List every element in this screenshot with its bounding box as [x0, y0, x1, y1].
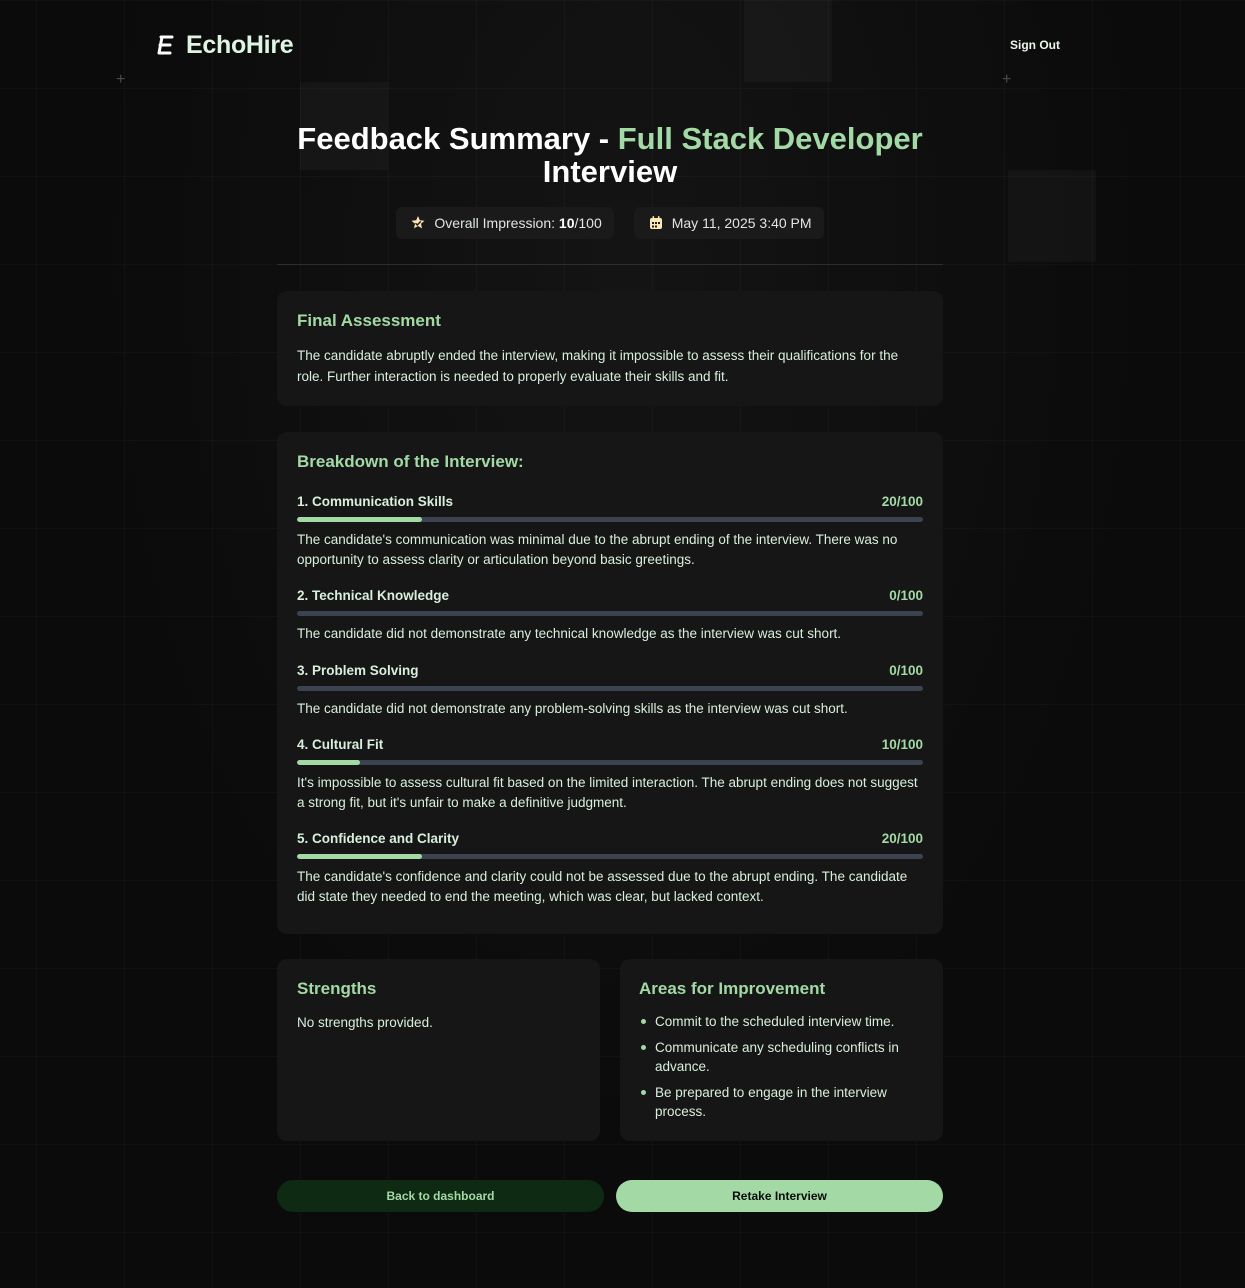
final-assessment-text: The candidate abruptly ended the intervi… [297, 348, 899, 384]
category-comment: The candidate's confidence and clarity c… [297, 869, 908, 904]
strengths-empty-text: No strengths provided. [297, 1015, 433, 1030]
strengths-heading: Strengths [297, 979, 377, 998]
impression-text: Overall Impression: 10/100 [434, 215, 602, 231]
score-bar-fill [297, 854, 423, 859]
impression-score: 10 [558, 215, 575, 231]
overall-impression-chip: Overall Impression: 10/100 [396, 207, 614, 239]
category-comment: It's impossible to assess cultural fit b… [297, 775, 918, 810]
list-item: Commit to the scheduled interview time. [641, 1012, 923, 1032]
category-item: 5. Confidence and Clarity 20/100 The cand… [297, 831, 923, 906]
title-role: Full Stack Developer [617, 121, 923, 156]
score-bar [297, 685, 923, 691]
calendar-icon [649, 216, 662, 229]
category-name: 2. Technical Knowledge [297, 588, 450, 603]
category-name: 5. Confidence and Clarity [297, 831, 460, 846]
category-item: 2. Technical Knowledge 0/100 The candidat… [297, 588, 923, 644]
category-score: 0/100 [889, 588, 923, 603]
list-item: Communicate any scheduling conflicts in … [641, 1038, 923, 1077]
sign-out-button[interactable]: Sign Out [1010, 38, 1060, 52]
category-comment: The candidate's communication was minima… [297, 532, 898, 567]
brand-name: EchoHire [186, 30, 294, 59]
category-score: 10/100 [881, 737, 923, 752]
breakdown-heading: Breakdown of the Interview: [297, 452, 524, 471]
divider [277, 264, 943, 265]
category-comment: The candidate did not demonstrate any pr… [297, 700, 848, 716]
improvements-card: Areas for Improvement Commit to the sche… [620, 959, 943, 1141]
score-bar [297, 760, 923, 765]
final-assessment-card: Final Assessment The candidate abruptly … [277, 291, 943, 406]
top-nav: EchoHire Sign Out [156, 28, 1060, 62]
title-prefix: Feedback Summary - [297, 121, 618, 156]
category-score: 20/100 [881, 494, 923, 509]
list-item: Be prepared to engage in the interview p… [641, 1083, 923, 1122]
score-bar-fill [297, 760, 360, 765]
category-score: 0/100 [889, 662, 923, 678]
category-name: 1. Communication Skills [297, 494, 454, 509]
page-title: Feedback Summary - Full Stack Developer … [277, 122, 943, 188]
star-badge-icon [411, 216, 425, 229]
improvements-list: Commit to the scheduled interview time. … [639, 1012, 923, 1122]
echohire-logo-icon [157, 35, 174, 55]
interview-date: May 11, 2025 3:40 PM [671, 215, 812, 231]
actions: Back to dashboard Retake Interview [277, 1180, 943, 1212]
date-chip: May 11, 2025 3:40 PM [633, 207, 824, 239]
brand[interactable]: EchoHire [156, 30, 294, 60]
breakdown-card: Breakdown of the Interview: 1. Communica… [277, 432, 943, 934]
score-bar-fill [297, 517, 423, 522]
strengths-card: Strengths No strengths provided. [277, 959, 600, 1141]
category-item: 3. Problem Solving 0/100 The candidate di… [297, 663, 923, 719]
category-comment: The candidate did not demonstrate any te… [297, 626, 842, 641]
category-score: 20/100 [881, 831, 923, 846]
category-name: 4. Cultural Fit [297, 737, 384, 752]
retake-interview-button[interactable]: Retake Interview [616, 1180, 943, 1212]
score-bar [297, 517, 923, 522]
meta-row: Overall Impression: 10/100 May 11, 2025 … [0, 207, 1220, 239]
back-to-dashboard-button[interactable]: Back to dashboard [277, 1180, 604, 1212]
score-bar [297, 611, 923, 616]
score-bar [297, 854, 923, 859]
category-name: 3. Problem Solving [297, 662, 419, 678]
final-assessment-heading: Final Assessment [297, 311, 441, 330]
category-item: 4. Cultural Fit 10/100 It's impossible to… [297, 737, 923, 812]
title-suffix: Interview [542, 154, 678, 189]
category-item: 1. Communication Skills 20/100 The candid… [297, 494, 923, 569]
improvements-heading: Areas for Improvement [639, 979, 826, 998]
